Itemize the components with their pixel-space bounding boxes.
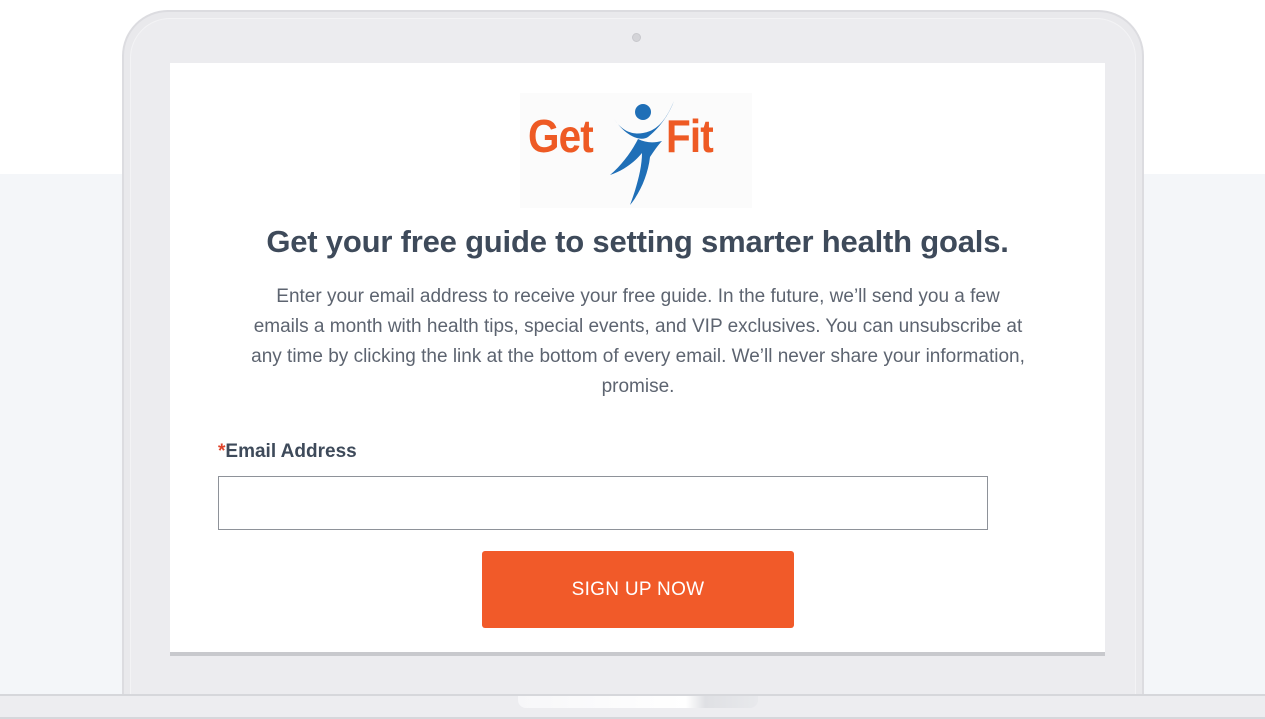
getfit-logo: Get Fit bbox=[520, 93, 752, 208]
laptop-base-notch bbox=[518, 696, 758, 708]
scene: Get Fit Get your free guide to setting s… bbox=[0, 0, 1265, 719]
email-label-text: Email Address bbox=[225, 441, 357, 462]
webcam-icon bbox=[632, 33, 641, 42]
form-headline: Get your free guide to setting smarter h… bbox=[266, 224, 1009, 259]
logo-word-fit: Fit bbox=[666, 110, 714, 162]
sign-up-button[interactable]: SIGN UP NOW bbox=[482, 551, 794, 628]
email-field-label: *Email Address bbox=[218, 441, 357, 463]
logo-word-get: Get bbox=[528, 110, 594, 162]
form-description: Enter your email address to receive your… bbox=[251, 286, 1025, 397]
email-field[interactable] bbox=[218, 476, 988, 530]
